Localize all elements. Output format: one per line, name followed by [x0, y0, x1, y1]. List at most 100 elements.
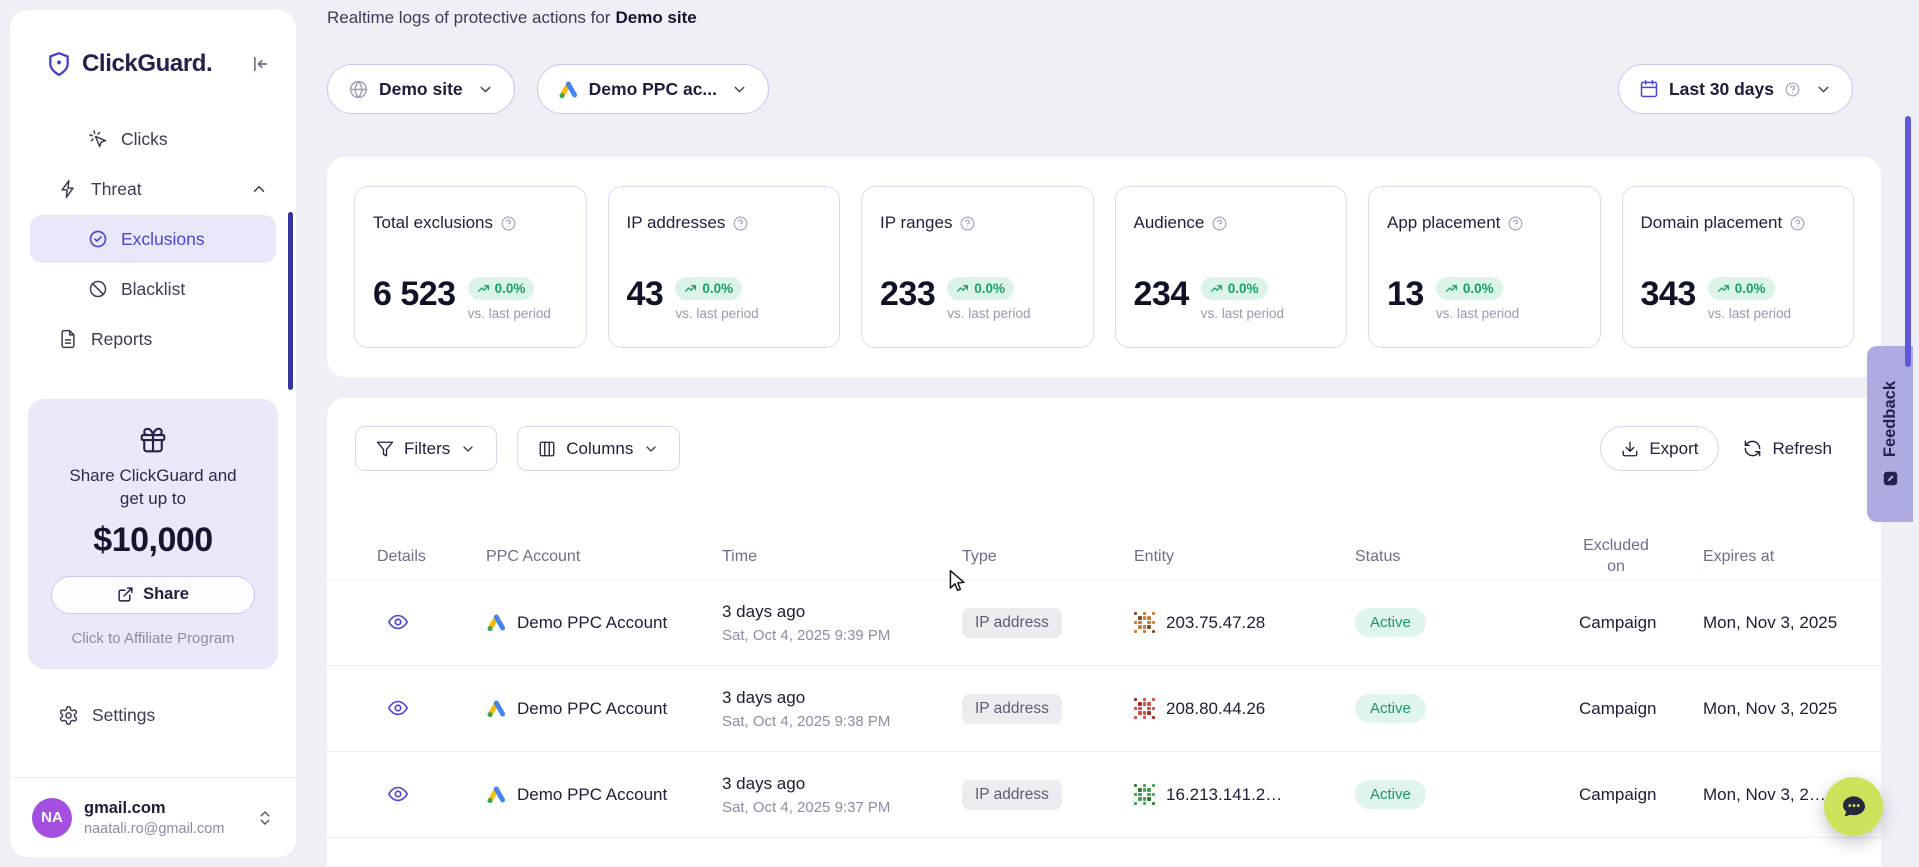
help-circle-icon[interactable]: [1507, 215, 1524, 232]
export-button[interactable]: Export: [1600, 426, 1719, 471]
time-exact: Sat, Oct 4, 2025 9:37 PM: [722, 799, 962, 816]
filters-button[interactable]: Filters: [355, 426, 497, 471]
refresh-button[interactable]: Refresh: [1739, 426, 1836, 471]
view-details-button[interactable]: [383, 607, 413, 637]
expires-at-value: Mon, Nov 3, 2025: [1703, 613, 1881, 633]
stat-delta-value: 0.0%: [495, 281, 526, 296]
date-range-selector[interactable]: Last 30 days: [1618, 64, 1853, 114]
sidebar-item-label: Settings: [92, 705, 155, 726]
refresh-button-label: Refresh: [1772, 439, 1832, 459]
view-details-button[interactable]: [383, 779, 413, 809]
stat-value: 13: [1387, 277, 1424, 311]
sidebar-item-settings[interactable]: Settings: [10, 691, 296, 741]
stat-delta-badge: 0.0%: [1201, 277, 1268, 300]
sidebar-item-clicks[interactable]: Clicks: [10, 114, 296, 164]
chevron-down-icon: [477, 81, 494, 98]
table-row: Demo PPC Account 3 days ago Sat, Oct 4, …: [327, 665, 1881, 751]
stat-caption: vs. last period: [1708, 306, 1791, 321]
google-ads-icon: [486, 612, 507, 633]
funnel-icon: [376, 440, 394, 458]
subtitle-text: Realtime logs of protective actions for: [327, 8, 610, 27]
sidebar-item-blacklist[interactable]: Blacklist: [10, 264, 296, 314]
cursor-click-icon: [88, 129, 108, 149]
status-badge: Active: [1355, 694, 1426, 723]
column-header-excluded-on: Excluded on: [1579, 536, 1653, 578]
stat-delta-badge: 0.0%: [1436, 277, 1503, 300]
ppc-account-selector[interactable]: Demo PPC ac...: [537, 64, 769, 114]
chevron-down-icon: [460, 441, 476, 457]
promo-text: Share ClickGuard and get up to: [46, 465, 260, 511]
stat-total-exclusions: Total exclusions 6 523 0.0% vs. last per…: [354, 186, 587, 348]
column-header-expires-at: Expires at: [1703, 548, 1881, 566]
stat-delta-value: 0.0%: [1463, 281, 1494, 296]
stat-caption: vs. last period: [947, 306, 1030, 321]
column-header-status: Status: [1355, 548, 1579, 566]
promo-amount: $10,000: [46, 521, 260, 560]
feedback-tab[interactable]: Feedback: [1867, 346, 1913, 522]
help-circle-icon[interactable]: [1789, 215, 1806, 232]
stat-delta-badge: 0.0%: [675, 277, 742, 300]
trend-up-icon: [684, 282, 697, 295]
stat-label: Domain placement: [1641, 213, 1783, 233]
affiliate-program-link[interactable]: Click to Affiliate Program: [46, 630, 260, 647]
stat-delta-badge: 0.0%: [1708, 277, 1775, 300]
user-email: naatali.ro@gmail.com: [84, 821, 224, 837]
help-circle-icon[interactable]: [959, 215, 976, 232]
sidebar-scrollbar-thumb[interactable]: [288, 212, 293, 390]
column-header-time: Time: [722, 548, 962, 566]
help-circle-icon[interactable]: [1784, 81, 1801, 98]
sidebar-item-threat[interactable]: Threat: [10, 164, 296, 214]
promo-line2: get up to: [120, 489, 186, 508]
status-badge: Active: [1355, 780, 1426, 809]
sidebar-item-label: Exclusions: [121, 229, 205, 250]
external-link-icon: [117, 586, 134, 603]
sidebar-item-label: Reports: [91, 329, 152, 350]
google-ads-icon: [486, 784, 507, 805]
columns-icon: [538, 440, 556, 458]
trend-up-icon: [1445, 282, 1458, 295]
stat-value: 343: [1641, 277, 1696, 311]
stats-summary-card: Total exclusions 6 523 0.0% vs. last per…: [327, 157, 1881, 377]
share-button-label: Share: [143, 585, 189, 604]
chevron-down-icon: [731, 81, 748, 98]
user-name: gmail.com: [84, 799, 224, 818]
stat-value: 43: [627, 277, 664, 311]
status-badge: Active: [1355, 608, 1426, 637]
columns-button[interactable]: Columns: [517, 426, 680, 471]
chat-bubble-icon: [1839, 792, 1869, 822]
exclusions-table: Details PPC Account Time Type Entity Sta…: [327, 535, 1881, 867]
user-menu[interactable]: NA gmail.com naatali.ro@gmail.com: [10, 778, 296, 838]
refresh-icon: [1743, 439, 1762, 458]
table-row: 3 days ago: [327, 837, 1881, 867]
calendar-icon: [1639, 79, 1659, 99]
entity-identicon: [1134, 612, 1155, 633]
stat-delta-value: 0.0%: [1228, 281, 1259, 296]
sidebar-item-exclusions[interactable]: Exclusions: [30, 215, 276, 263]
view-details-button[interactable]: [383, 693, 413, 723]
share-button[interactable]: Share: [51, 576, 255, 614]
stat-delta-badge: 0.0%: [468, 277, 535, 300]
affiliate-promo-card: Share ClickGuard and get up to $10,000 S…: [28, 399, 278, 669]
site-selector[interactable]: Demo site: [327, 64, 515, 114]
entity-identicon: [1134, 698, 1155, 719]
sidebar-item-label: Blacklist: [121, 279, 185, 300]
stat-label: Audience: [1134, 213, 1205, 233]
eye-icon: [387, 783, 409, 805]
help-circle-icon[interactable]: [1211, 215, 1228, 232]
sidebar-item-label: Clicks: [121, 129, 168, 150]
stat-value: 234: [1134, 277, 1189, 311]
page-scrollbar-thumb[interactable]: [1905, 116, 1911, 367]
sidebar-collapse-button[interactable]: [248, 53, 270, 75]
sidebar-item-reports[interactable]: Reports: [10, 314, 296, 364]
excluded-on-value: Campaign: [1579, 699, 1703, 719]
subtitle-site-name: Demo site: [615, 8, 696, 27]
google-ads-icon: [558, 79, 579, 100]
help-circle-icon[interactable]: [732, 215, 749, 232]
help-circle-icon[interactable]: [500, 215, 517, 232]
export-button-label: Export: [1649, 439, 1698, 459]
stat-value: 233: [880, 277, 935, 311]
sidebar-item-label: Threat: [91, 179, 142, 200]
sidebar-header: ClickGuard.: [10, 10, 296, 78]
chat-widget-button[interactable]: [1824, 777, 1883, 836]
stat-ip-addresses: IP addresses 43 0.0% vs. last period: [608, 186, 841, 348]
